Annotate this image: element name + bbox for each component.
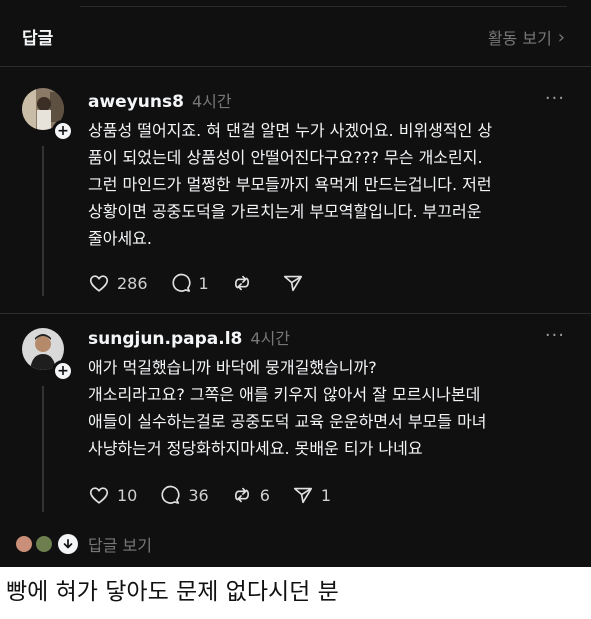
speech-bubble-icon xyxy=(172,273,191,292)
view-activity-label: 활동 보기 xyxy=(487,29,552,48)
repost-button[interactable]: 6 xyxy=(231,484,270,506)
share-button[interactable] xyxy=(282,272,311,294)
replies-title: 답글 xyxy=(22,29,54,49)
chevron-right-icon: › xyxy=(557,26,565,48)
view-activity-link[interactable]: 활동 보기 › xyxy=(488,25,565,49)
repost-count: 6 xyxy=(259,485,270,505)
share-button[interactable]: 1 xyxy=(292,484,331,506)
timestamp: 4시간 xyxy=(191,92,232,111)
threads-reply-screen: 답글 활동 보기 › + aweyuns8 4시간 ··· 상품성 떨어지죠. … xyxy=(0,0,591,567)
like-count: 286 xyxy=(117,273,148,293)
reply-count: 1 xyxy=(198,273,209,293)
top-divider xyxy=(80,6,567,7)
comment-line: 품이 되었는데 상품성이 안떨어진다구요??? 무슨 개소린지. xyxy=(88,148,483,167)
follow-plus-icon[interactable]: + xyxy=(52,360,74,382)
caption-text: 빵에 혀가 닿아도 문제 없다시던 분 xyxy=(6,579,339,605)
comment-line: 사냥하는거 정당화하지마세요. 못배운 티가 나네요 xyxy=(88,439,423,458)
comment-meta: aweyuns8 4시간 xyxy=(88,88,232,112)
comment-line: 상품성 떨어지죠. 혀 댄걸 알면 누가 사겠어요. 비위생적인 상 xyxy=(88,121,493,140)
comment-line: 그런 마인드가 멀쩡한 부모들까지 욕먹게 만드는겁니다. 저런 xyxy=(88,175,492,194)
like-button[interactable]: 286 xyxy=(88,272,148,294)
speech-bubble-icon xyxy=(161,485,180,504)
like-count: 10 xyxy=(117,485,138,505)
comment-text: 애가 먹길했습니까 바닥에 뭉개길했습니까? 개소리라고요? 그쪽은 애를 키우… xyxy=(88,354,568,462)
like-button[interactable]: 10 xyxy=(88,484,137,506)
comment-line: 줄아세요. xyxy=(88,229,152,248)
comment-divider xyxy=(0,313,591,314)
header-divider xyxy=(0,66,591,67)
heart-outline-icon xyxy=(89,275,109,292)
comment-line: 애들이 실수하는걸로 공중도덕 교육 운운하면서 부모들 마녀 xyxy=(88,412,487,431)
repost-arrows-icon xyxy=(234,275,249,291)
mini-avatar xyxy=(14,534,34,554)
reply-button[interactable]: 1 xyxy=(170,272,209,294)
comment-line: 개소리라고요? 그쪽은 애를 키우지 않아서 잘 모르시나본데 xyxy=(88,385,481,404)
more-options-icon[interactable]: ··· xyxy=(545,325,565,346)
view-replies-label: 답글 보기 xyxy=(88,536,152,555)
replies-header: 답글 활동 보기 › xyxy=(0,14,591,58)
view-replies-row[interactable]: 답글 보기 xyxy=(14,532,152,556)
more-options-icon[interactable]: ··· xyxy=(545,88,565,109)
reply-count: 36 xyxy=(188,485,209,505)
username[interactable]: sungjun.papa.l8 xyxy=(88,329,242,349)
paper-plane-icon xyxy=(283,275,302,292)
share-count: 1 xyxy=(320,485,332,505)
mini-avatar xyxy=(34,534,54,554)
repost-button[interactable] xyxy=(231,272,260,294)
action-bar: 10 36 6 1 xyxy=(88,484,353,506)
username[interactable]: aweyuns8 xyxy=(88,92,184,112)
heart-outline-icon xyxy=(89,487,109,504)
comment-meta: sungjun.papa.l8 4시간 xyxy=(88,325,290,349)
comment-line: 애가 먹길했습니까 바닥에 뭉개길했습니까? xyxy=(88,358,377,377)
action-bar: 286 1 xyxy=(88,272,333,294)
follow-plus-icon[interactable]: + xyxy=(52,120,74,142)
reply-button[interactable]: 36 xyxy=(159,484,209,506)
chevron-down-icon xyxy=(58,534,78,554)
comment-line: 상황이면 공중도덕을 가르치는게 부모역할입니다. 부끄러운 xyxy=(88,202,482,221)
reply-avatars xyxy=(14,532,80,556)
thread-line xyxy=(42,386,44,512)
thread-line xyxy=(42,146,44,296)
paper-plane-icon xyxy=(293,487,312,504)
repost-arrows-icon xyxy=(234,487,249,503)
comment-text: 상품성 떨어지죠. 혀 댄걸 알면 누가 사겠어요. 비위생적인 상 품이 되었… xyxy=(88,117,568,252)
timestamp: 4시간 xyxy=(250,329,291,348)
